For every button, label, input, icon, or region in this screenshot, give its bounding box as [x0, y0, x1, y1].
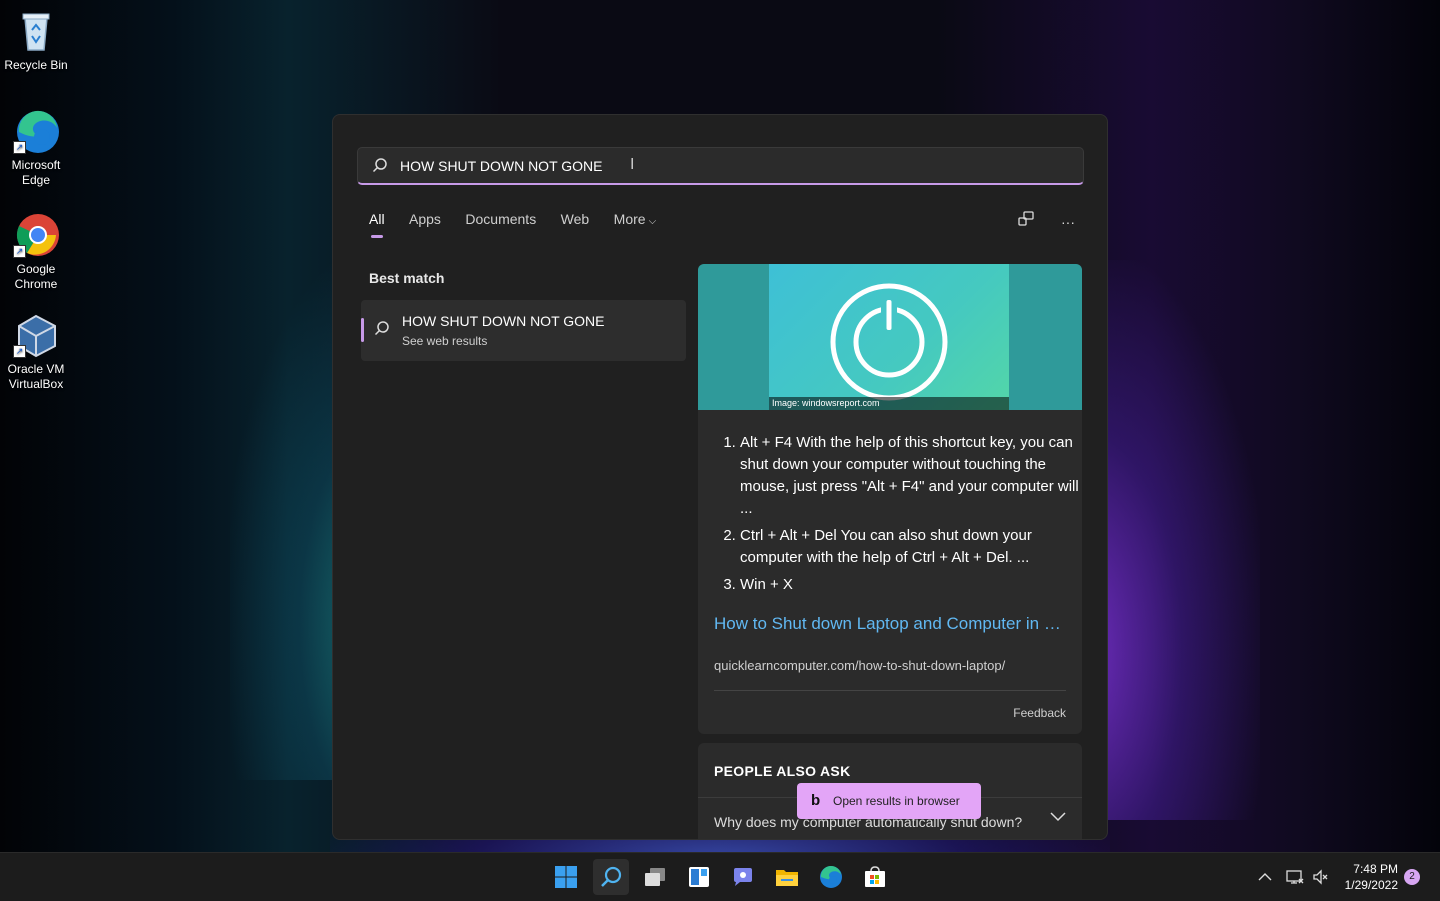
feedback-link[interactable]: Feedback [1013, 706, 1066, 720]
step-item: Win + X [740, 574, 1080, 596]
tab-documents[interactable]: Documents [465, 211, 536, 227]
best-match-subtitle: See web results [402, 334, 488, 348]
chevron-up-icon [1258, 873, 1272, 881]
show-hidden-icons[interactable] [1258, 853, 1272, 901]
bing-icon: b [811, 792, 821, 809]
open-in-browser-label: Open results in browser [833, 794, 960, 808]
desktop-icon-label: Google Chrome [14, 262, 58, 291]
search-icon [374, 320, 390, 341]
task-view-button[interactable] [637, 859, 673, 895]
result-link[interactable]: How to Shut down Laptop and Computer in … [714, 613, 1064, 635]
best-match-heading: Best match [369, 270, 445, 286]
chrome-icon: ↗ [13, 212, 59, 258]
search-icon [601, 866, 622, 887]
store-icon [865, 866, 885, 887]
desktop-icon-virtualbox[interactable]: ↗ Oracle VM VirtualBox [4, 312, 68, 392]
desktop-icon-label: Recycle Bin [4, 58, 68, 72]
windows-icon [555, 866, 577, 888]
web-result-card: Image: windowsreport.com Alt + F4 With t… [698, 264, 1082, 734]
volume-status[interactable] [1312, 853, 1330, 901]
tab-apps[interactable]: Apps [409, 211, 441, 227]
selection-accent [361, 318, 364, 342]
step-item: Alt + F4 With the help of this shortcut … [740, 432, 1080, 520]
clock-time: 7:48 PM [1353, 862, 1398, 876]
chat-icon [734, 868, 752, 886]
task-view-icon [645, 868, 665, 886]
edge-icon [820, 865, 842, 888]
more-options-icon[interactable]: ··· [1061, 214, 1075, 230]
chat-button[interactable] [725, 859, 761, 895]
widgets-icon [689, 867, 709, 887]
tab-more-label: More [613, 211, 646, 227]
result-url: quicklearncomputer.com/how-to-shut-down-… [714, 658, 1006, 673]
search-input[interactable] [398, 154, 1002, 178]
tab-more[interactable]: More ⌵ [614, 211, 657, 227]
tab-web[interactable]: Web [561, 211, 590, 227]
step-item: Ctrl + Alt + Del You can also shut down … [740, 525, 1080, 569]
people-also-ask-heading: PEOPLE ALSO ASK [714, 763, 851, 779]
clock[interactable]: 7:48 PM 1/29/2022 [1345, 861, 1398, 893]
recycle-bin-icon [13, 8, 59, 54]
network-icon [1286, 870, 1304, 884]
steps-list: Alt + F4 With the help of this shortcut … [718, 432, 1080, 601]
chevron-down-icon: ⌵ [648, 216, 657, 227]
edge-taskbar-button[interactable] [813, 859, 849, 895]
virtualbox-icon: ↗ [13, 312, 59, 358]
desktop-icon-edge[interactable]: ↗ Microsoft Edge [4, 108, 68, 188]
text-cursor-icon: I [630, 156, 635, 173]
best-match-result[interactable]: HOW SHUT DOWN NOT GONE See web results [361, 300, 686, 361]
search-taskbar-button[interactable] [593, 859, 629, 895]
taskbar: 7:48 PM 1/29/2022 2 [0, 852, 1440, 901]
widgets-button[interactable] [681, 859, 717, 895]
tab-all[interactable]: All [369, 211, 385, 238]
panel-toolbar: ··· [995, 211, 1075, 232]
share-device-icon[interactable] [1017, 211, 1035, 230]
start-button[interactable] [548, 859, 584, 895]
desktop-icon-label: Microsoft Edge [11, 158, 61, 187]
folder-icon [776, 870, 798, 886]
power-icon [830, 283, 948, 401]
store-button[interactable] [857, 859, 893, 895]
speaker-muted-icon [1313, 869, 1328, 885]
image-credit: Image: windowsreport.com [769, 397, 1009, 410]
search-panel: I All Apps Documents Web More⌵ ··· Best … [332, 114, 1108, 840]
search-box[interactable]: I [357, 147, 1084, 185]
result-image[interactable]: Image: windowsreport.com [698, 264, 1082, 410]
network-status[interactable] [1286, 853, 1304, 901]
chevron-down-icon[interactable] [1050, 809, 1066, 827]
open-in-browser-button[interactable]: b Open results in browser [797, 783, 981, 819]
filter-tabs: All Apps Documents Web More ⌵ [369, 211, 676, 241]
divider [714, 690, 1066, 691]
desktop-icon-recycle-bin[interactable]: Recycle Bin [4, 8, 68, 73]
search-icon [372, 157, 388, 178]
desktop-icon-label: Oracle VM VirtualBox [7, 362, 65, 391]
desktop-icon-chrome[interactable]: ↗ Google Chrome [4, 212, 68, 292]
best-match-title: HOW SHUT DOWN NOT GONE [402, 313, 605, 329]
clock-date: 1/29/2022 [1344, 878, 1398, 892]
notification-badge[interactable]: 2 [1404, 869, 1420, 885]
file-explorer-button[interactable] [769, 859, 805, 895]
edge-icon: ↗ [13, 108, 59, 154]
